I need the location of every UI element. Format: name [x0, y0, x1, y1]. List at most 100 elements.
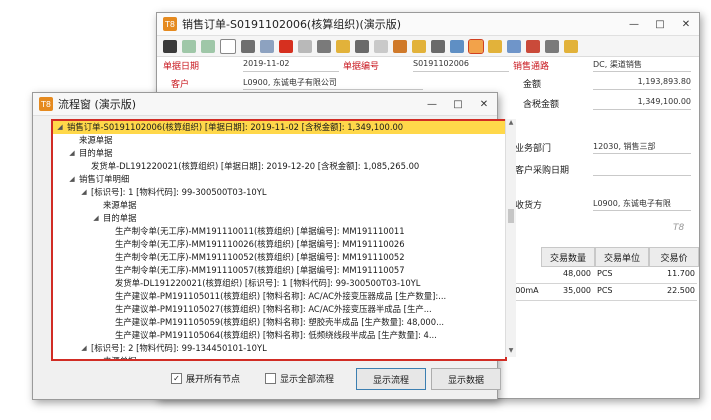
tree-node-label: 目的单据: [103, 213, 137, 223]
tree-node-label: 生产制令单(无工序)-MM191110011(核算组织) [单据编号]: MM1…: [115, 226, 405, 236]
expand-toggle-icon[interactable]: ◢: [79, 342, 89, 355]
book-icon[interactable]: [526, 39, 540, 53]
grid-header-price[interactable]: 交易价: [649, 247, 699, 267]
scroll-up-icon[interactable]: ▲: [506, 119, 516, 129]
flow-tree[interactable]: ◢ 销售订单-S0191102006(核算组织) [单据日期]: 2019-11-…: [51, 119, 507, 361]
check-icon[interactable]: [355, 39, 369, 53]
save-icon[interactable]: [260, 39, 274, 53]
flow-window: T8 流程窗 (演示版) — □ ✕ ◢ 销售订单-S0191102006(核算组…: [32, 92, 516, 400]
date-label: 单据日期: [163, 62, 200, 72]
close-button[interactable]: ✕: [673, 13, 699, 35]
grid-row-divider: [497, 283, 697, 284]
dept-field[interactable]: 12030, 销售三部: [593, 141, 691, 154]
number-label: 单据编号: [343, 62, 380, 72]
toolbar: [157, 36, 699, 57]
chart-icon[interactable]: [412, 39, 426, 53]
tree-node[interactable]: 生产建议单-PM191105059(核算组织) [物料名称]: 塑胶壳半成品 […: [53, 316, 505, 329]
tree-node-label: 生产建议单-PM191105059(核算组织) [物料名称]: 塑胶壳半成品 […: [115, 317, 445, 327]
customer-field[interactable]: L0900, 东诚电子有限公司: [243, 77, 423, 90]
app-icon: T8: [163, 17, 177, 31]
tree-node-label: [标识号]: 2 [物料代码]: 99-134450101-10YL: [91, 343, 267, 353]
scroll-down-icon[interactable]: ▼: [506, 347, 516, 357]
grid-price: 11.700: [667, 269, 695, 278]
tree-node[interactable]: ◢ [标识号]: 1 [物料代码]: 99-300500T03-10YL: [53, 186, 505, 199]
printer-icon[interactable]: [431, 39, 445, 53]
number-field[interactable]: S0191102006: [413, 59, 509, 72]
help-icon[interactable]: [564, 39, 578, 53]
show-data-button[interactable]: 显示数据: [431, 368, 501, 390]
flow-icon[interactable]: [468, 38, 484, 54]
tree-node[interactable]: 发货单-DL191220021(核算组织) [标识号]: 1 [物料代码]: 9…: [53, 277, 505, 290]
print-icon[interactable]: [393, 39, 407, 53]
tree-node-label: 销售订单明细: [79, 174, 130, 184]
tree-node-label: 生产建议单-PM191105027(核算组织) [物料名称]: AC/AC外接变…: [115, 304, 432, 314]
amount-field[interactable]: 1,193,893.80: [593, 77, 691, 90]
chat-icon[interactable]: [545, 39, 559, 53]
tree-node-label: 生产建议单-PM191105064(核算组织) [物料名称]: 低频绕线段半成品…: [115, 330, 437, 340]
tree-node[interactable]: ◢ 目的单据: [53, 212, 505, 225]
minimize-button[interactable]: —: [419, 93, 445, 115]
expand-toggle-icon[interactable]: ◢: [55, 121, 65, 134]
tree-node[interactable]: 生产制令单(无工序)-MM191110057(核算组织) [单据编号]: MM1…: [53, 264, 505, 277]
grid-header-unit[interactable]: 交易单位: [595, 247, 649, 267]
app-icon: T8: [39, 97, 53, 111]
tree-node[interactable]: ◢ 目的单据: [53, 147, 505, 160]
sales-order-titlebar: T8 销售订单-S0191102006(核算组织)(演示版) — □ ✕: [157, 13, 699, 36]
maximize-button[interactable]: □: [647, 13, 673, 35]
edit-icon[interactable]: [241, 39, 255, 53]
tree-node[interactable]: 来源单据: [53, 134, 505, 147]
forward-icon[interactable]: [201, 39, 215, 53]
tools-icon[interactable]: [317, 39, 331, 53]
tree-node[interactable]: ◢ 销售订单明细: [53, 173, 505, 186]
receiver-field[interactable]: L0900, 东诚电子有限: [593, 198, 691, 211]
doc-icon[interactable]: [220, 38, 236, 54]
grid-unit: PCS: [597, 269, 613, 278]
tree-node-label: 发货单-DL191220021(核算组织) [单据日期]: 2019-12-20…: [91, 161, 420, 171]
tree-node[interactable]: 来源单据: [53, 355, 505, 361]
copy-icon[interactable]: [298, 39, 312, 53]
expand-all-checkbox[interactable]: ✓ 展开所有节点: [171, 372, 240, 385]
tree-node[interactable]: 生产建议单-PM191105064(核算组织) [物料名称]: 低频绕线段半成品…: [53, 329, 505, 342]
tree-node[interactable]: 来源单据: [53, 199, 505, 212]
total-field[interactable]: 1,349,100.00: [593, 97, 691, 110]
maximize-button[interactable]: □: [445, 93, 471, 115]
minimize-button[interactable]: —: [621, 13, 647, 35]
tree-node-label: 来源单据: [103, 200, 137, 210]
tree-node-label: 销售订单-S0191102006(核算组织) [单据日期]: 2019-11-0…: [67, 122, 404, 132]
tree-node[interactable]: ◢ 销售订单-S0191102006(核算组织) [单据日期]: 2019-11-…: [53, 121, 505, 134]
channel-label: 销售通路: [513, 62, 550, 72]
flow-title: 流程窗 (演示版): [58, 98, 137, 111]
expand-toggle-icon[interactable]: ◢: [91, 212, 101, 225]
show-all-checkbox[interactable]: 显示全部流程: [265, 372, 334, 385]
back-icon[interactable]: [182, 39, 196, 53]
user-icon[interactable]: [336, 39, 350, 53]
delete-icon[interactable]: [279, 39, 293, 53]
customer-po-date-label: 客户采购日期: [515, 166, 570, 176]
tree-node-label: 来源单据: [103, 356, 137, 361]
expand-all-check-icon: ✓: [171, 373, 182, 384]
expand-toggle-icon[interactable]: ◢: [79, 186, 89, 199]
new-icon[interactable]: [163, 39, 177, 53]
grid-header-qty[interactable]: 交易数量: [541, 247, 595, 267]
customer-po-date-field[interactable]: [593, 163, 691, 176]
refresh-icon[interactable]: [488, 39, 502, 53]
tree-node[interactable]: 生产制令单(无工序)-MM191110011(核算组织) [单据编号]: MM1…: [53, 225, 505, 238]
tree-node[interactable]: 生产建议单-PM191105011(核算组织) [物料名称]: AC/AC外接变…: [53, 290, 505, 303]
scroll-thumb[interactable]: [508, 209, 514, 223]
email-icon[interactable]: [507, 39, 521, 53]
expand-toggle-icon[interactable]: ◢: [67, 147, 77, 160]
link-icon[interactable]: [450, 39, 464, 53]
tree-node[interactable]: 发货单-DL191220021(核算组织) [单据日期]: 2019-12-20…: [53, 160, 505, 173]
export-icon[interactable]: [374, 39, 388, 53]
date-field[interactable]: 2019-11-02: [243, 59, 339, 72]
close-button[interactable]: ✕: [471, 93, 497, 115]
show-flow-button[interactable]: 显示流程: [356, 368, 426, 390]
channel-field[interactable]: DC, 渠道销售: [593, 59, 691, 72]
tree-node[interactable]: 生产建议单-PM191105027(核算组织) [物料名称]: AC/AC外接变…: [53, 303, 505, 316]
expand-toggle-icon[interactable]: ◢: [67, 173, 77, 186]
receiver-label: 收货方: [515, 201, 543, 211]
tree-node[interactable]: 生产制令单(无工序)-MM191110052(核算组织) [单据编号]: MM1…: [53, 251, 505, 264]
tree-scrollbar[interactable]: ▲ ▼: [505, 119, 516, 357]
tree-node[interactable]: 生产制令单(无工序)-MM191110026(核算组织) [单据编号]: MM1…: [53, 238, 505, 251]
tree-node[interactable]: ◢ [标识号]: 2 [物料代码]: 99-134450101-10YL: [53, 342, 505, 355]
